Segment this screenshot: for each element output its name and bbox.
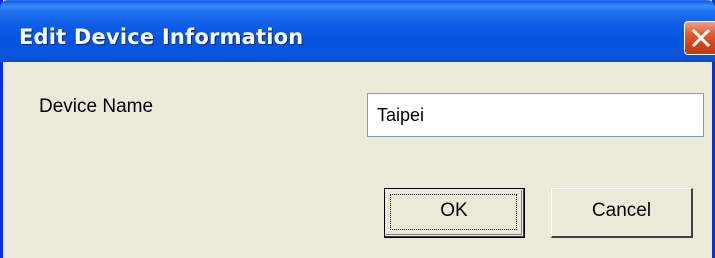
dialog-title: Edit Device Information [19, 25, 304, 49]
title-bar[interactable]: Edit Device Information [0, 0, 715, 62]
close-button[interactable] [684, 21, 715, 55]
dialog-window: Edit Device Information Device Name OK C… [0, 0, 715, 258]
cancel-button-label: Cancel [591, 200, 652, 221]
device-name-label: Device Name [39, 96, 154, 117]
ok-button[interactable]: OK [384, 188, 525, 238]
device-name-input[interactable] [367, 93, 704, 137]
ok-button-label: OK [440, 200, 468, 221]
cancel-button[interactable]: Cancel [551, 188, 693, 238]
close-icon [692, 29, 710, 47]
